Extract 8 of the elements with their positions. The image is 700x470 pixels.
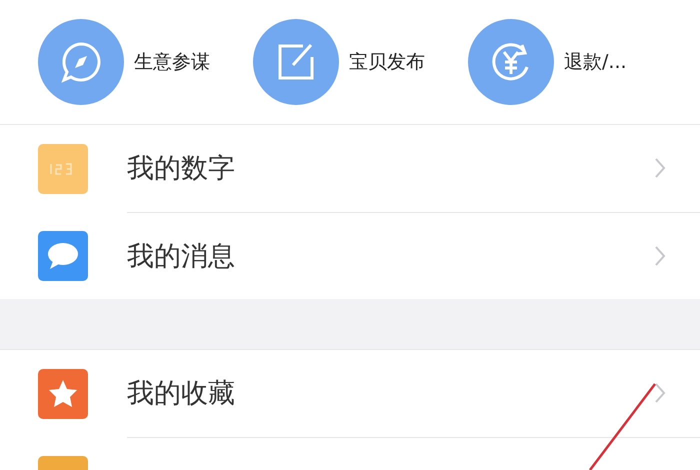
menu-item-label[interactable]: 我的消息	[127, 238, 654, 274]
menu-item-label[interactable]: 我的数字	[127, 150, 654, 186]
chevron-icon	[654, 382, 666, 404]
shortcut-label: 宝贝发布	[349, 50, 425, 75]
shortcut-label: 退款/...	[564, 50, 627, 75]
chevron-icon	[654, 244, 666, 266]
shortcut-label: 生意参谋	[134, 50, 210, 75]
chevron-icon	[654, 157, 666, 179]
